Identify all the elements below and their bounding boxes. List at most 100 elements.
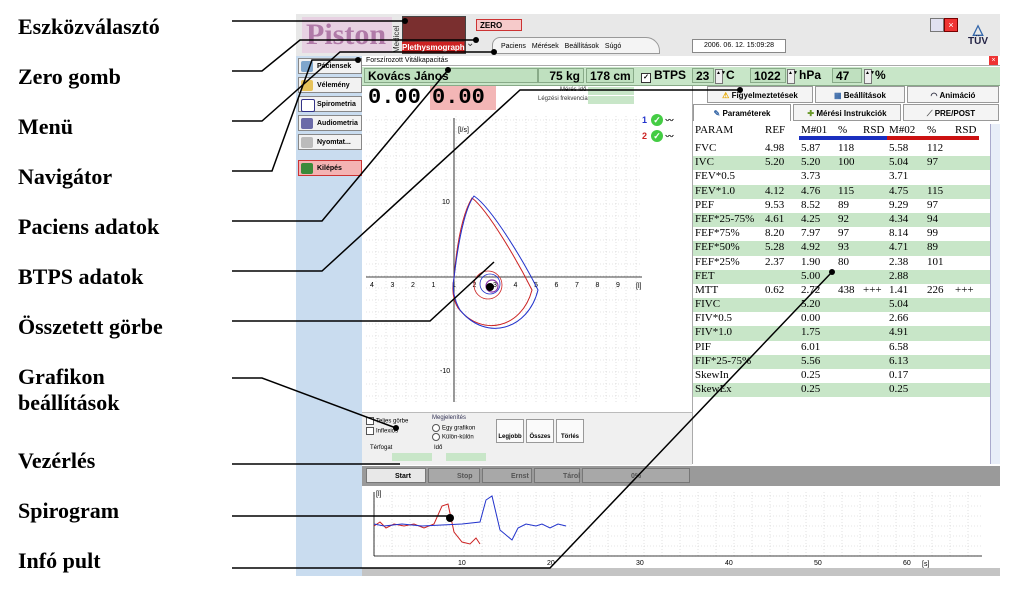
fv-ytick: 10: [442, 199, 450, 206]
headphones-icon: [301, 118, 313, 129]
tab-figyelmeztetesek[interactable]: ⚠ Figyelmeztetések: [707, 86, 813, 103]
table-row: MTT 0.62 2.72 438 +++ 1.41 226 +++: [693, 284, 991, 298]
teljes-gorbe-checkbox[interactable]: Teljes görbe: [366, 417, 408, 425]
ido-label: Idő: [434, 445, 443, 451]
nav-item-paciensek[interactable]: Páciensek: [298, 58, 362, 74]
cell-param: FEF*25-75%: [695, 212, 755, 225]
inflexios-checkbox[interactable]: Inflexiós: [366, 427, 398, 435]
col-m02: M#02: [889, 124, 916, 136]
close-button[interactable]: ×: [944, 18, 958, 32]
series2-color-bar: [887, 136, 979, 140]
table-row: FEF*25% 2.37 1.90 80 2.38 101: [693, 256, 991, 270]
cell-param: FEF*50%: [695, 241, 740, 254]
patient-weight: 75 kg: [538, 68, 584, 83]
label-spirogram: Spirogram: [18, 498, 120, 523]
pressure-unit: hPa: [799, 68, 822, 82]
minimize-button[interactable]: [930, 18, 944, 32]
ido-value: [446, 453, 486, 461]
fv-xtick: 9: [616, 282, 620, 289]
osszes-button[interactable]: Összes: [526, 419, 554, 443]
application-window: Piston Medicel Plethysmograph ⌄ ZERO Pac…: [296, 14, 1000, 576]
cell-pct2: 99: [927, 227, 938, 240]
printer-icon: [301, 137, 313, 148]
tab-meresi-instrukciok[interactable]: ✚ Mérési Instrukciók: [793, 104, 901, 121]
cell-param: FEV*0.5: [695, 170, 736, 183]
btps-toggle[interactable]: ✓ BTPS: [638, 68, 690, 83]
settings-icon: ▦: [833, 91, 844, 100]
egy-grafikon-radio[interactable]: Egy grafikon: [432, 424, 475, 432]
label-vezerles: Vezérlés: [18, 448, 96, 473]
pressure-field[interactable]: 1022: [750, 68, 786, 83]
table-row: FIVC 5.20 5.04: [693, 298, 991, 313]
checkbox-icon: [366, 417, 374, 425]
pressure-spinner[interactable]: ▲▼: [787, 69, 798, 84]
col-pct1: %: [838, 124, 848, 136]
torles-button[interactable]: Törlés: [556, 419, 584, 443]
patient-height: 178 cm: [586, 68, 634, 83]
ernst-button[interactable]: Ernst: [482, 468, 532, 483]
spiro-cursor: [446, 514, 454, 522]
cell-m02: 4.71: [889, 241, 909, 254]
cell-m02: 0.17: [889, 369, 909, 381]
series1-color-bar: [799, 136, 887, 140]
tab-animacio[interactable]: ◠ Animáció: [907, 86, 999, 103]
menu-item-meresek[interactable]: Mérések: [532, 43, 559, 50]
nav-item-velemeny[interactable]: Vélemény: [298, 77, 362, 93]
cell-m01: 0.25: [801, 383, 821, 396]
menu-item-paciens[interactable]: Paciens: [501, 43, 526, 50]
fv-xtick: 4: [370, 282, 374, 289]
stop-button[interactable]: Stop: [428, 468, 480, 483]
tab-pre-post[interactable]: ⟋ PRE/POST: [903, 104, 999, 121]
patient-name: Kovács János: [364, 68, 538, 83]
btps-checkbox[interactable]: ✓: [641, 73, 651, 83]
trend-1[interactable]: 1 ✓ 〰: [642, 114, 674, 126]
tab-beallitasok[interactable]: ▦ Beállítások: [815, 86, 905, 103]
kulon-kulon-radio[interactable]: Külön-külön: [432, 433, 474, 441]
menu-item-beallitasok[interactable]: Beállítások: [565, 43, 599, 50]
cell-param: PIF: [695, 340, 711, 353]
start-button[interactable]: Start: [366, 468, 426, 483]
sp-xtick: 10: [458, 560, 466, 567]
zero-button[interactable]: ZERO: [476, 19, 522, 31]
humidity-spinner[interactable]: ▲▼: [864, 69, 875, 84]
cell-m01: 6.01: [801, 340, 821, 353]
cell-m02: 3.71: [889, 170, 909, 183]
temperature-spinner[interactable]: ▲▼: [715, 69, 726, 84]
table-scrollbar[interactable]: [990, 124, 1000, 464]
fv-xlabel: [l]: [636, 283, 642, 290]
nav-item-spirometria[interactable]: Spirometria: [298, 96, 362, 112]
cell-m02: 8.14: [889, 227, 909, 240]
sp-xlabel: [s]: [922, 561, 929, 568]
patient-data-bar: Kovács János 75 kg 178 cm ✓ BTPS 23 ▲▼ C …: [362, 67, 1000, 86]
tarol-button[interactable]: Tárol: [534, 468, 580, 483]
nav-item-nyomtat[interactable]: Nyomtat...: [298, 134, 362, 150]
fv-xtick: 7: [575, 282, 579, 289]
temperature-field[interactable]: 23: [692, 68, 714, 83]
legjobb-button[interactable]: Legjobb: [496, 419, 524, 443]
progress-bar: 0%: [582, 468, 690, 483]
cell-m01: 0.00: [801, 312, 821, 325]
sp-xtick: 40: [725, 560, 733, 567]
close-icon[interactable]: ×: [989, 56, 998, 65]
col-rsd1: RSD: [863, 124, 885, 136]
label-eszkozvalaszto: Eszközválasztó: [18, 14, 160, 39]
cell-pct1: 438: [838, 283, 855, 296]
syringe-icon: ⟋: [926, 109, 935, 118]
tuv-logo: △ TÜV: [960, 22, 996, 52]
nav-item-audiometria[interactable]: Audiometria: [298, 115, 362, 131]
cell-ref: 4.12: [765, 184, 785, 197]
table-row: FEF*25-75% 4.61 4.25 92 4.34 94: [693, 212, 991, 228]
check-icon: ✓: [651, 114, 664, 126]
table-row: FIV*0.5 0.00 2.66: [693, 312, 991, 326]
sp-xtick: 60: [903, 560, 911, 567]
humidity-field[interactable]: 47: [832, 68, 862, 83]
tab-parameterek[interactable]: ✎ Paraméterek: [693, 104, 791, 121]
radio-icon: [432, 433, 440, 441]
trend-2[interactable]: 2 ✓ 〰: [642, 130, 674, 142]
chevron-down-icon[interactable]: ⌄: [466, 38, 474, 49]
cell-param: FIV*0.5: [695, 312, 732, 325]
nav-item-kilepes[interactable]: Kilépés: [298, 160, 362, 176]
label-zero-gomb: Zero gomb: [18, 64, 121, 89]
parameter-table: FVC 4.98 5.87 118 5.58 112 IVC 5.20 5.20 100 5.04 9…: [693, 142, 991, 398]
menu-item-sugo[interactable]: Súgó: [605, 43, 621, 50]
